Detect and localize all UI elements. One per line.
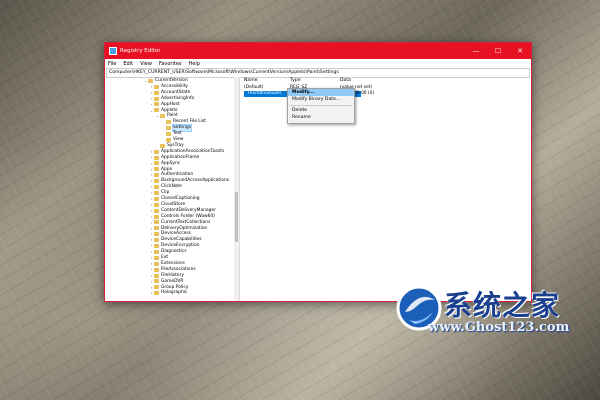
- menu-item-rename[interactable]: Rename: [288, 114, 354, 121]
- values-pane[interactable]: Name Type Data (Default) REG_SZ (value n…: [240, 77, 531, 301]
- title-bar[interactable]: Registry Editor — ☐ ✕: [105, 43, 531, 59]
- folder-icon: [154, 220, 159, 225]
- folder-icon: [154, 273, 159, 278]
- folder-icon: [166, 126, 171, 131]
- tree-item-label: Holographic: [161, 290, 188, 296]
- folder-icon: [154, 214, 159, 219]
- folder-icon: [154, 267, 159, 272]
- menu-file[interactable]: File: [108, 61, 116, 67]
- values-header: Name Type Data: [240, 77, 531, 84]
- folder-icon: [154, 149, 159, 154]
- folder-icon: [154, 244, 159, 249]
- menu-view[interactable]: View: [140, 61, 152, 67]
- column-name[interactable]: Name: [244, 78, 258, 83]
- folder-icon: [154, 255, 159, 260]
- tree-item[interactable]: › Holographic: [149, 290, 188, 296]
- folder-icon: [160, 143, 165, 148]
- column-type[interactable]: Type: [290, 78, 301, 83]
- folder-icon: [160, 114, 165, 119]
- folder-icon: [154, 185, 159, 190]
- watermark-title: 系统之家: [444, 289, 561, 322]
- registry-editor-window[interactable]: Registry Editor — ☐ ✕ File Edit View Fav…: [104, 42, 532, 302]
- folder-icon: [154, 226, 159, 231]
- minimize-button[interactable]: —: [465, 43, 487, 59]
- menu-item-modify-binary[interactable]: Modify Binary Data...: [288, 96, 354, 103]
- folder-icon: [154, 108, 159, 113]
- window-title: Registry Editor: [120, 48, 161, 54]
- menu-separator: [290, 104, 352, 106]
- context-menu: Modify... Modify Binary Data... Delete R…: [287, 88, 355, 124]
- menu-item-delete[interactable]: Delete: [288, 107, 354, 114]
- folder-icon: [154, 261, 159, 266]
- menu-item-modify[interactable]: Modify...: [288, 89, 354, 96]
- folder-icon: [154, 196, 159, 201]
- tree-scrollbar[interactable]: [234, 77, 239, 301]
- folder-icon: [154, 84, 159, 89]
- folder-icon: [154, 202, 159, 207]
- value-row-selected-data: 00 00 00 00 (0): [340, 91, 529, 97]
- folder-icon: [154, 249, 159, 254]
- folder-icon: [166, 131, 171, 136]
- menu-help[interactable]: Help: [189, 61, 200, 67]
- tree-scroll-thumb[interactable]: [235, 192, 238, 242]
- maximize-button[interactable]: ☐: [487, 43, 509, 59]
- folder-icon: [154, 102, 159, 107]
- folder-icon: [148, 78, 153, 83]
- folder-icon: [154, 291, 159, 296]
- folder-icon: [154, 173, 159, 178]
- folder-icon: [154, 90, 159, 95]
- registry-icon: [109, 47, 117, 55]
- close-button[interactable]: ✕: [509, 43, 531, 59]
- folder-icon: [154, 96, 159, 101]
- folder-icon: [154, 238, 159, 243]
- folder-icon: [166, 137, 171, 142]
- menu-favorites[interactable]: Favorites: [159, 61, 182, 67]
- menu-bar: File Edit View Favorites Help: [105, 59, 531, 68]
- key-tree[interactable]: ⌄ CurrentVersion › Accessibility › AccountSta…: [105, 77, 240, 301]
- folder-icon: [154, 285, 159, 290]
- folder-icon: [154, 155, 159, 160]
- watermark-url: www.Ghost123.com: [428, 320, 570, 335]
- folder-icon: [154, 179, 159, 184]
- value-name: ThumbnailSizes: [247, 91, 282, 96]
- column-data[interactable]: Data: [340, 78, 351, 83]
- folder-icon: [154, 190, 159, 195]
- folder-icon: [166, 120, 171, 125]
- folder-icon: [154, 232, 159, 237]
- folder-icon: [154, 208, 159, 213]
- menu-edit[interactable]: Edit: [123, 61, 133, 67]
- folder-icon: [154, 161, 159, 166]
- folder-icon: [154, 279, 159, 284]
- folder-icon: [154, 167, 159, 172]
